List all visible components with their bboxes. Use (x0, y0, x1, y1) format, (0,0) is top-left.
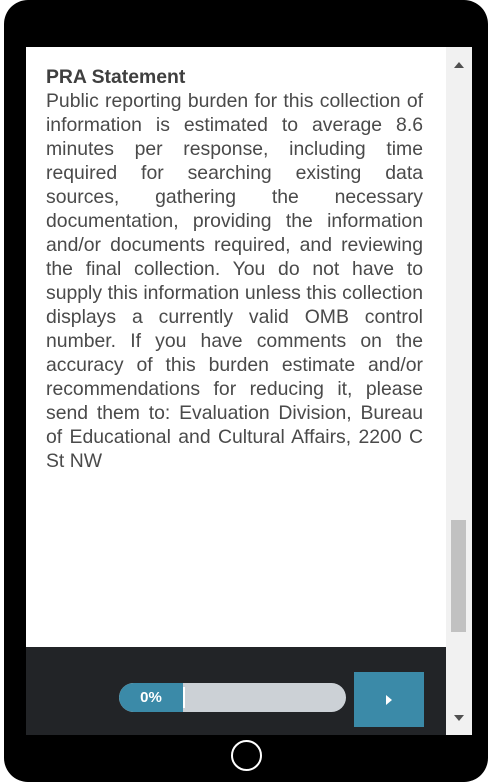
play-arrow-icon (386, 694, 392, 705)
triangle-down-icon (454, 715, 464, 721)
progress-bar: 0% (119, 683, 346, 712)
statement-content: PRA Statement Public reporting burden fo… (26, 47, 446, 647)
statement-title: PRA Statement (46, 66, 186, 88)
scrollbar-thumb[interactable] (451, 520, 466, 632)
vertical-scrollbar[interactable] (446, 47, 472, 735)
next-button[interactable] (354, 672, 424, 727)
progress-label: 0% (119, 683, 183, 712)
bottom-bar: 0% (26, 647, 446, 735)
device-frame: PRA Statement Public reporting burden fo… (4, 0, 488, 782)
statement-text: PRA Statement Public reporting burden fo… (46, 65, 423, 473)
scroll-down-button[interactable] (446, 709, 472, 735)
scroll-up-button[interactable] (446, 47, 472, 73)
statement-body: Public reporting burden for this collect… (46, 90, 423, 472)
screen: PRA Statement Public reporting burden fo… (26, 47, 472, 735)
triangle-up-icon (454, 62, 464, 68)
progress-marker (183, 687, 185, 708)
home-circle-icon[interactable] (231, 740, 262, 771)
